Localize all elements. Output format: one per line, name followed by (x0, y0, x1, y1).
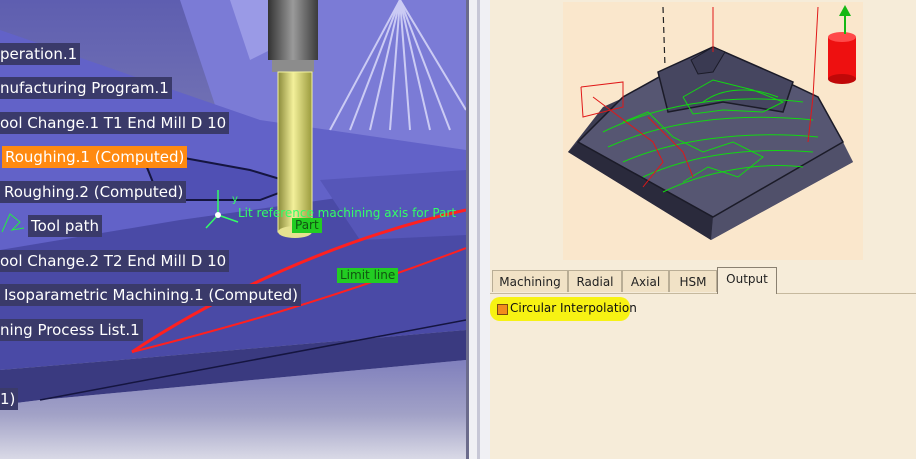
operation-dialog: Machining Radial Axial HSM Output Circul… (490, 0, 916, 459)
tree-item-label: ool Change.1 T1 End Mill D 10 (0, 114, 227, 132)
tab-machining[interactable]: Machining (492, 270, 568, 292)
tab-radial[interactable]: Radial (568, 270, 622, 292)
tree-item-label: 1) (0, 390, 16, 408)
tree-item-label: peration.1 (0, 45, 78, 63)
tree-item-tool-change-2[interactable]: ool Change.2 T2 End Mill D 10 (0, 250, 230, 272)
axis-y-label: y (232, 194, 238, 205)
3d-viewport[interactable]: peration.1 nufacturing Program.1 ool Cha… (0, 0, 466, 459)
tab-axial[interactable]: Axial (622, 270, 669, 292)
tab-label: Output (726, 272, 768, 286)
tab-hsm[interactable]: HSM (669, 270, 717, 292)
tree-item-label: ning Process List.1 (0, 321, 140, 339)
toolpath-illustration (568, 5, 856, 240)
tree-item-label: Tool path (31, 217, 100, 235)
splitter[interactable] (466, 0, 490, 459)
tree-item-process-list[interactable]: ning Process List.1 (0, 319, 143, 341)
tree-item-label: nufacturing Program.1 (0, 79, 169, 97)
tab-label: Radial (576, 275, 614, 289)
axis-label: Lit reference machining axis for Part (238, 206, 457, 220)
tab-output[interactable]: Output (717, 267, 777, 294)
part-label[interactable]: Part (292, 218, 322, 233)
circular-interpolation-checkbox[interactable] (497, 304, 508, 315)
tree-item-label: Isoparametric Machining.1 (Computed) (4, 286, 299, 304)
tab-label: HSM (679, 275, 707, 289)
tab-label: Axial (630, 275, 661, 289)
tree-item-tool-path[interactable]: Tool path (28, 215, 103, 237)
tree-item-label: Roughing.2 (Computed) (4, 183, 184, 201)
tab-label: Machining (499, 275, 561, 289)
tree-item-label: Roughing.1 (Computed) (5, 148, 185, 166)
tree-item-label: ool Change.2 T2 End Mill D 10 (0, 252, 227, 270)
circular-interpolation-label[interactable]: Circular Interpolation (510, 300, 637, 317)
tree-item-manufacturing-program[interactable]: nufacturing Program.1 (0, 77, 172, 99)
splitter-grip (477, 0, 480, 459)
tree-item-extra[interactable]: 1) (0, 388, 19, 410)
strategy-preview-image (563, 2, 863, 260)
tree-item-tool-change-1[interactable]: ool Change.1 T1 End Mill D 10 (0, 112, 230, 134)
tree-item-operation[interactable]: peration.1 (0, 43, 81, 65)
limit-line-label[interactable]: Limit line (337, 268, 399, 283)
tree-item-isoparametric-machining[interactable]: Isoparametric Machining.1 (Computed) (0, 284, 302, 306)
tree-item-roughing-1[interactable]: Roughing.1 (Computed) (2, 146, 188, 168)
tree-item-roughing-2[interactable]: Roughing.2 (Computed) (0, 181, 187, 203)
tab-bar: Machining Radial Axial HSM Output (490, 267, 916, 294)
